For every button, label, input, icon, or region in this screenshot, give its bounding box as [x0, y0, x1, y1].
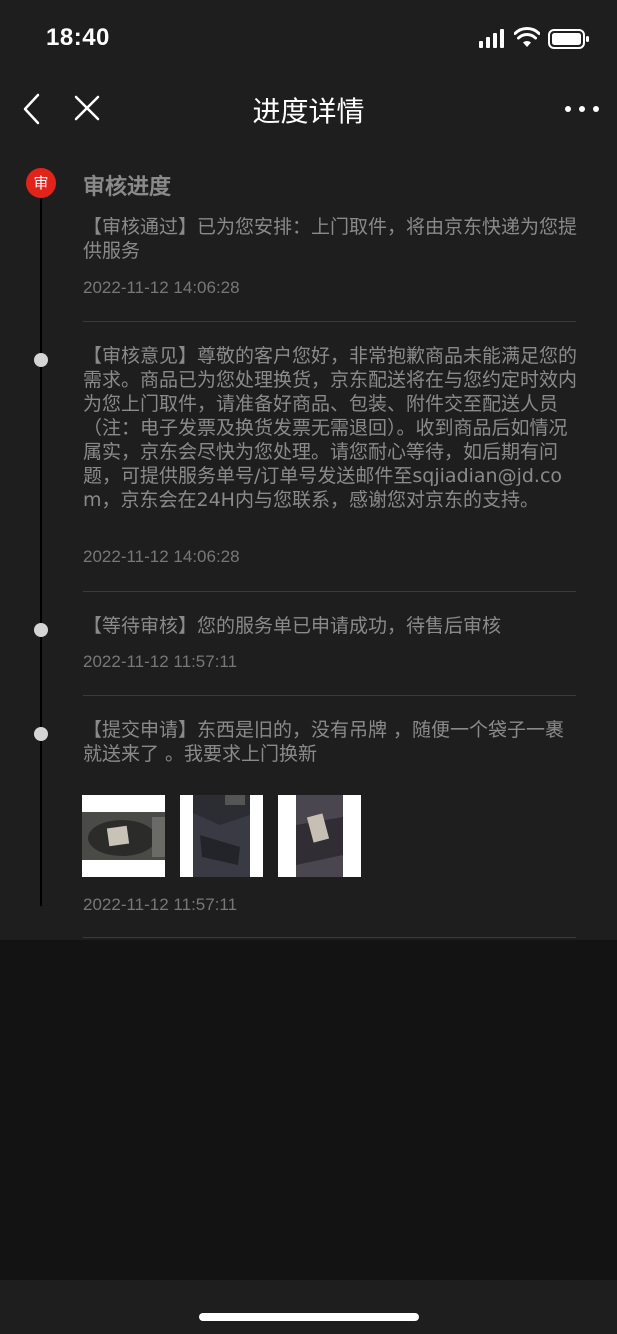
timeline-entry-text: 【提交申请】东西是旧的，没有吊牌 ，随便一个袋子一裹就送来了 。我要求上门换新: [83, 719, 565, 765]
section-title: 审核进度: [83, 175, 172, 200]
home-bar-area: [0, 1280, 617, 1334]
timeline-entry-time: 2022-11-12 14:06:28: [83, 547, 240, 566]
timeline-line: [40, 186, 42, 906]
timeline-entry-time: 2022-11-12 14:06:28: [83, 278, 240, 297]
attachment-photo[interactable]: [180, 795, 263, 877]
home-indicator[interactable]: [199, 1313, 419, 1321]
wifi-icon: [514, 27, 540, 47]
divider: [83, 695, 576, 696]
status-bar: 18:40: [0, 0, 617, 70]
battery-icon: [548, 29, 589, 49]
divider: [83, 591, 576, 592]
timeline-dot: [34, 353, 48, 367]
timeline-dot: [34, 727, 48, 741]
timeline-entry-text: 【审核通过】已为您安排：上门取件，将由京东快递为您提供服务: [83, 216, 578, 262]
attachment-photo[interactable]: [82, 795, 165, 877]
divider: [83, 937, 576, 938]
more-dots-icon[interactable]: [564, 104, 600, 114]
timeline-entry-time: 2022-11-12 11:57:11: [83, 652, 238, 671]
timeline-entry-text: 【审核意见】尊敬的客户您好，非常抱歉商品未能满足您的需求。商品已为您处理换货，京…: [83, 345, 578, 511]
cellular-signal-icon: [479, 29, 504, 48]
progress-timeline: 审 审核进度 【审核通过】已为您安排：上门取件，将由京东快递为您提供服务 202…: [0, 150, 617, 940]
attachment-photo[interactable]: [278, 795, 361, 877]
timeline-dot: [34, 623, 48, 637]
timeline-entry-text: 【等待审核】您的服务单已申请成功，待售后审核: [83, 615, 502, 637]
timeline-entry-time: 2022-11-12 11:57:11: [83, 895, 238, 914]
navigation-bar: 进度详情: [0, 70, 617, 150]
divider: [83, 321, 576, 322]
screen: 18:40 进度详情 审 审核进度 【审核通过】已为您安排：上门取件，将由京东快…: [0, 0, 617, 1334]
page-title: 进度详情: [252, 95, 365, 128]
review-badge: 审: [26, 168, 56, 198]
status-time: 18:40: [46, 24, 110, 51]
